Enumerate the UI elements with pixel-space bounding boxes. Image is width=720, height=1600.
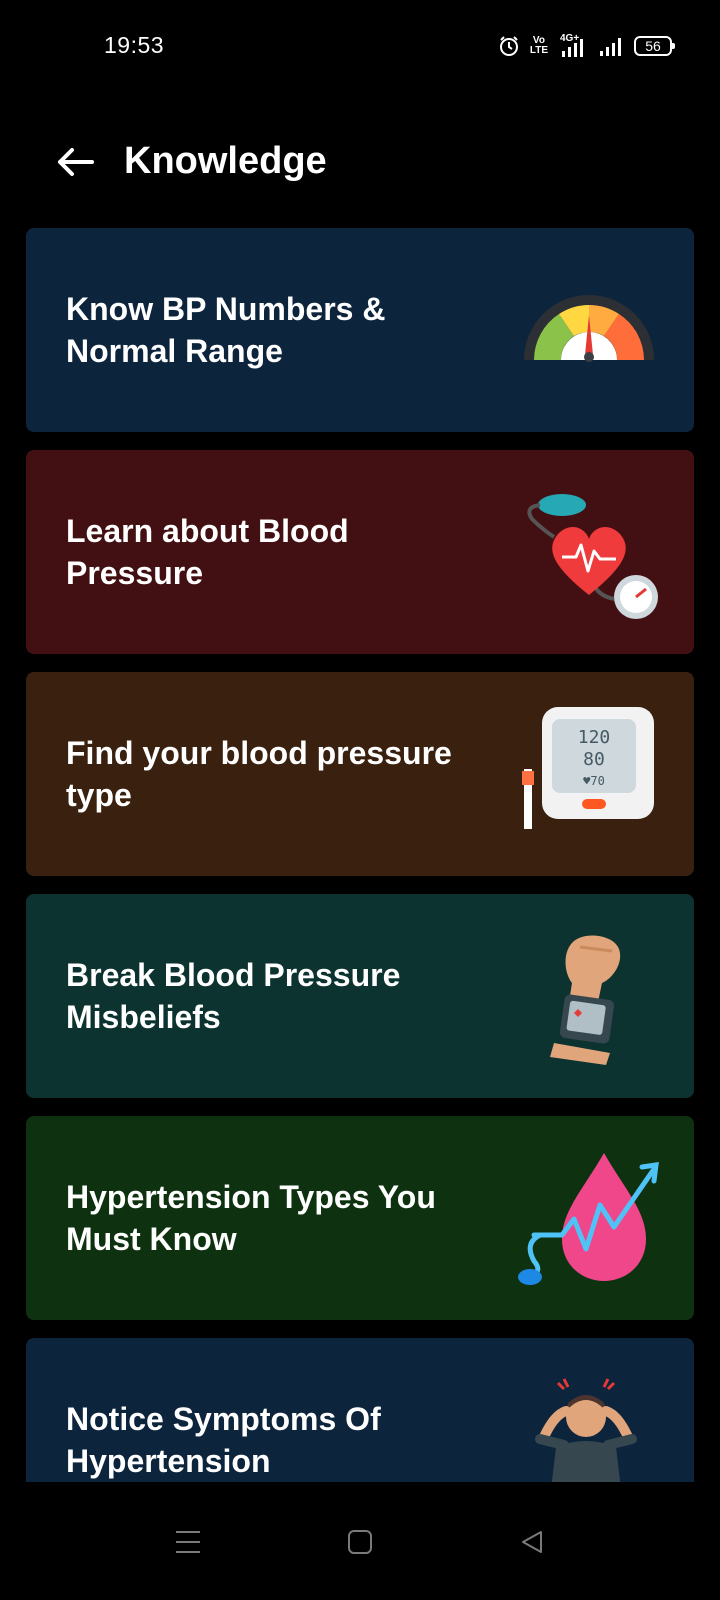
system-nav-bar [0,1482,720,1600]
wrist-monitor-icon [514,921,664,1071]
arrow-left-icon [58,148,94,176]
bp-monitor-icon: 120 80 ♥70 [514,699,664,849]
card-title: Notice Symptoms Of Hypertension [66,1401,381,1479]
status-bar: 19:53 Vo LTE 4G+ 56 [0,0,720,92]
bp-gauge-icon [514,255,664,405]
back-triangle-icon [522,1531,542,1553]
home-button[interactable] [336,1518,384,1566]
menu-button[interactable] [164,1518,212,1566]
svg-text:80: 80 [583,749,605,770]
card-hypertension-types[interactable]: Hypertension Types You Must Know [26,1116,694,1320]
card-bp-numbers[interactable]: Know BP Numbers & Normal Range [26,228,694,432]
signal-icon [598,35,624,57]
svg-text:♥70: ♥70 [583,774,605,788]
card-bp-misbeliefs[interactable]: Break Blood Pressure Misbeliefs [26,894,694,1098]
nav-back-button[interactable] [508,1518,556,1566]
card-title: Hypertension Types You Must Know [66,1179,436,1257]
alarm-icon [498,35,520,57]
headache-person-icon [514,1365,664,1482]
card-title: Learn about Blood Pressure [66,513,349,591]
status-icons: Vo LTE 4G+ 56 [498,30,675,62]
card-title: Break Blood Pressure Misbeliefs [66,957,401,1035]
page-title: Knowledge [124,140,327,182]
volte-label: Vo LTE [529,35,548,56]
status-time: 19:53 [104,32,165,58]
card-symptoms[interactable]: Notice Symptoms Of Hypertension [26,1338,694,1482]
home-square-icon [348,1530,372,1554]
knowledge-list[interactable]: Know BP Numbers & Normal Range Learn abo… [0,228,720,1482]
heart-sphygmomanometer-icon [514,477,664,627]
card-find-bp-type[interactable]: Find your blood pressure type 120 80 ♥70 [26,672,694,876]
battery-icon: 56 [634,36,675,56]
card-title: Find your blood pressure type [66,735,452,813]
card-title: Know BP Numbers & Normal Range [66,291,386,369]
card-learn-bp[interactable]: Learn about Blood Pressure [26,450,694,654]
menu-icon [176,1531,200,1553]
app-header: Knowledge [0,122,720,202]
svg-text:120: 120 [578,727,611,748]
back-button[interactable] [52,138,100,186]
mobile-data-icon: 4G+ [558,33,588,59]
blood-drop-chart-icon [514,1143,664,1293]
